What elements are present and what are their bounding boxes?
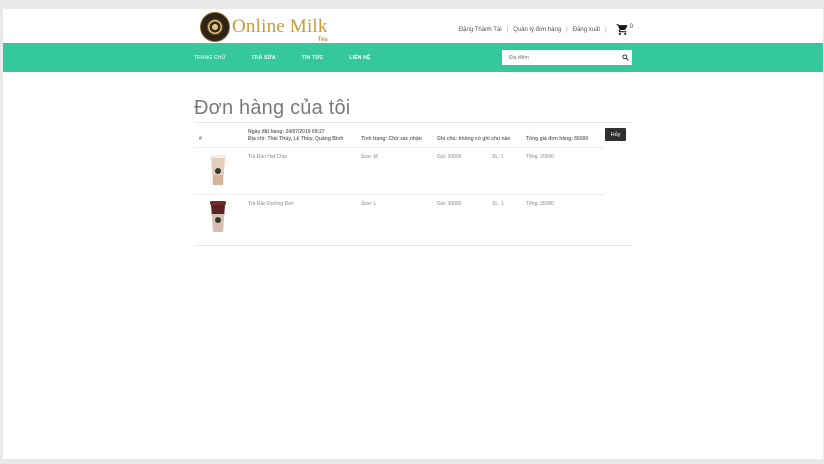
item-subtotal: Tổng: 20000 bbox=[526, 154, 555, 160]
divider: | bbox=[506, 26, 509, 33]
item-subtotal: Tổng: 35000 bbox=[526, 201, 555, 207]
order-date: Ngày đặt hàng: 24/07/2019 09:27 bbox=[248, 129, 325, 135]
item-size: Size: M bbox=[361, 154, 378, 160]
item-qty: SL: 1 bbox=[492, 201, 504, 207]
search-button[interactable] bbox=[618, 50, 632, 65]
nav-news[interactable]: TIN TỨC bbox=[302, 55, 324, 61]
item-price: Giá: 20000 bbox=[437, 154, 462, 160]
brown-sugar-tea-cup-icon bbox=[210, 201, 226, 232]
logout-link[interactable]: Đăng xuất bbox=[573, 27, 600, 33]
divider: | bbox=[566, 26, 568, 33]
order-status: Tình trạng: Chờ xác nhận bbox=[361, 136, 422, 142]
divider bbox=[194, 147, 604, 148]
order-total: Tổng giá đơn hàng: 55000 bbox=[526, 136, 589, 142]
nav-contact[interactable]: LIÊN HỆ bbox=[349, 55, 370, 61]
cart-button[interactable]: 0 bbox=[616, 23, 633, 36]
nav-home[interactable]: TRANG CHỦ bbox=[194, 55, 226, 61]
cart-count: 0 bbox=[629, 24, 633, 30]
item-price: Giá: 35000 bbox=[437, 201, 462, 207]
main-nav: TRANG CHỦ TRÀ SỮA TIN TỨC LIÊN HỆ bbox=[3, 43, 823, 72]
milk-tea-cup-icon bbox=[210, 155, 226, 185]
divider bbox=[194, 194, 604, 195]
brand-logo[interactable]: Online Milk Tea bbox=[200, 11, 328, 43]
page: Online Milk Tea Đặng Thành Tài | Quản lý… bbox=[3, 9, 823, 459]
search-icon bbox=[622, 54, 629, 61]
order-hash: # bbox=[199, 136, 202, 142]
user-name-link[interactable]: Đặng Thành Tài bbox=[459, 27, 502, 33]
item-name: Trà Đào Đường Đen bbox=[248, 201, 294, 207]
page-title: Đơn hàng của tôi bbox=[194, 97, 351, 119]
logo-emblem-icon bbox=[200, 12, 230, 42]
order-note: Ghi chú: không có ghi chú nào bbox=[437, 136, 511, 142]
item-qty: SL: 1 bbox=[492, 154, 504, 160]
cart-icon bbox=[616, 24, 628, 35]
user-links: Đặng Thành Tài | Quản lý đơn hàng | Đăng… bbox=[459, 23, 633, 36]
item-name: Trà Đào Hạt Chia bbox=[248, 154, 287, 160]
search-input[interactable] bbox=[502, 51, 619, 64]
divider: | bbox=[605, 26, 607, 33]
search-box bbox=[502, 50, 632, 65]
order-address: Địa chỉ: Thái Thủy, Lệ Thủy, Quảng Bình bbox=[248, 136, 344, 142]
brand-name: Online Milk bbox=[232, 16, 328, 37]
item-size: Size: L bbox=[361, 201, 377, 207]
order-table: # Ngày đặt hàng: 24/07/2019 09:27 Địa ch… bbox=[194, 122, 632, 246]
order-management-link[interactable]: Quản lý đơn hàng bbox=[513, 27, 561, 33]
nav-milk-tea[interactable]: TRÀ SỮA bbox=[252, 55, 276, 61]
cancel-order-button[interactable]: Hủy bbox=[605, 128, 626, 141]
